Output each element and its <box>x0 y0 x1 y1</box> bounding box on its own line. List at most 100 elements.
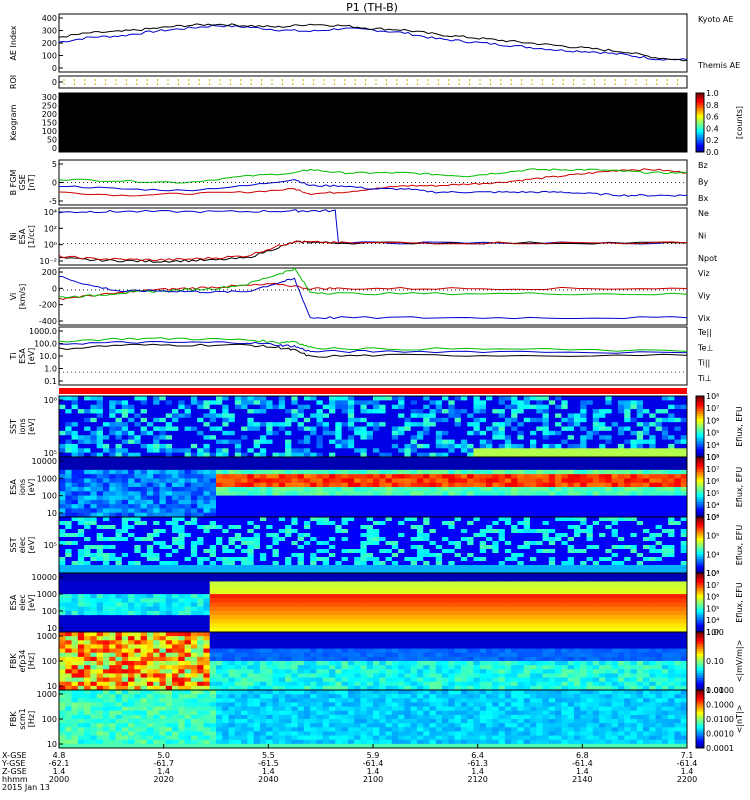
heat-cell <box>90 443 98 449</box>
heat-cell <box>442 139 449 145</box>
heat-cell <box>172 491 179 497</box>
heat-cell <box>59 461 66 467</box>
heat-cell <box>668 404 675 410</box>
heat-cell <box>253 109 261 115</box>
heat-cell <box>184 413 192 419</box>
heat-cell <box>668 101 675 107</box>
heat-cell <box>77 553 85 558</box>
heat-cell <box>278 499 286 505</box>
heat-cell <box>234 130 242 136</box>
heat-cell <box>555 465 562 471</box>
heat-cell <box>492 135 500 140</box>
heat-cell <box>259 139 267 145</box>
heat-cell <box>209 118 217 123</box>
heat-cell <box>234 400 242 406</box>
heat-cell <box>548 487 556 492</box>
heat-cell <box>523 413 531 419</box>
heat-cell <box>479 409 487 414</box>
heat-cell <box>222 105 230 111</box>
heat-cell <box>580 439 588 445</box>
heat-cell <box>592 413 600 419</box>
heat-cell <box>567 508 575 514</box>
heat-cell <box>159 549 167 554</box>
heat-cell <box>203 118 211 123</box>
heat-cell <box>197 525 204 530</box>
heat-cell <box>473 126 481 132</box>
heat-cell <box>65 525 73 530</box>
heat-cell <box>134 557 142 562</box>
heat-cell <box>159 126 167 132</box>
heat-cell <box>115 508 123 514</box>
heat-cell <box>643 413 650 419</box>
heat-cell <box>253 422 261 427</box>
heat-cell <box>128 565 135 570</box>
heat-cell <box>661 508 669 514</box>
heat-cell <box>121 126 129 132</box>
heat-cell <box>71 126 79 132</box>
heat-cell <box>555 461 562 467</box>
heat-cell <box>624 508 631 514</box>
heat-cell <box>347 126 355 132</box>
heat-cell <box>636 105 644 111</box>
heat-cell <box>134 101 142 107</box>
heat-cell <box>190 545 198 550</box>
heat-cell <box>335 474 343 479</box>
heat-cell <box>473 404 481 410</box>
heat-cell <box>649 469 657 475</box>
heat-cell <box>96 422 104 427</box>
heat-cell <box>272 557 280 562</box>
heat-cell <box>404 426 412 432</box>
heat-cell <box>573 130 581 136</box>
heat-cell <box>203 478 211 484</box>
heat-cell <box>140 508 148 514</box>
heat-cell <box>84 529 91 534</box>
heat-cell <box>291 499 299 505</box>
heat-cell <box>536 109 544 115</box>
heat-cell <box>448 109 456 115</box>
heat-cell <box>65 469 73 475</box>
heat-cell <box>429 109 437 115</box>
heat-cell <box>216 541 223 546</box>
heat-cell <box>209 114 217 119</box>
heat-cell <box>467 413 474 419</box>
heat-cell <box>561 409 569 414</box>
heat-cell <box>423 118 431 123</box>
heat-cell <box>661 114 669 119</box>
heat-cell <box>404 118 412 123</box>
heat-cell <box>291 478 299 484</box>
heat-cell <box>234 537 242 542</box>
heat-cell <box>59 114 66 119</box>
heat-cell <box>172 105 179 111</box>
heat-cell <box>253 465 261 471</box>
heat-cell <box>668 135 675 140</box>
heat-cell <box>90 565 98 570</box>
heat-cell <box>649 143 657 149</box>
heat-cell <box>159 478 167 484</box>
heat-cell <box>59 404 66 410</box>
heat-cell <box>90 426 98 432</box>
heat-cell <box>548 118 556 123</box>
heat-cell <box>102 439 110 445</box>
heat-cell <box>165 126 173 132</box>
heat-cell <box>272 529 280 534</box>
heat-cell <box>146 499 154 505</box>
heat-cell <box>668 491 675 497</box>
heat-cell <box>140 105 148 111</box>
heat-cell <box>655 491 663 497</box>
heat-cell <box>624 430 631 436</box>
heat-cell <box>109 565 117 570</box>
heat-cell <box>385 426 393 432</box>
heat-cell <box>209 435 217 441</box>
heat-cell <box>241 474 248 479</box>
heat-cell <box>523 126 531 132</box>
heat-cell <box>385 130 393 136</box>
heat-cell <box>259 130 267 136</box>
heat-cell <box>492 93 500 98</box>
heat-cell <box>203 422 211 427</box>
heat-cell <box>128 109 135 115</box>
heat-cell <box>354 109 361 115</box>
heat-cell <box>636 469 644 475</box>
heat-cell <box>423 97 431 102</box>
heat-cell <box>115 487 123 492</box>
heat-cell <box>278 143 286 149</box>
